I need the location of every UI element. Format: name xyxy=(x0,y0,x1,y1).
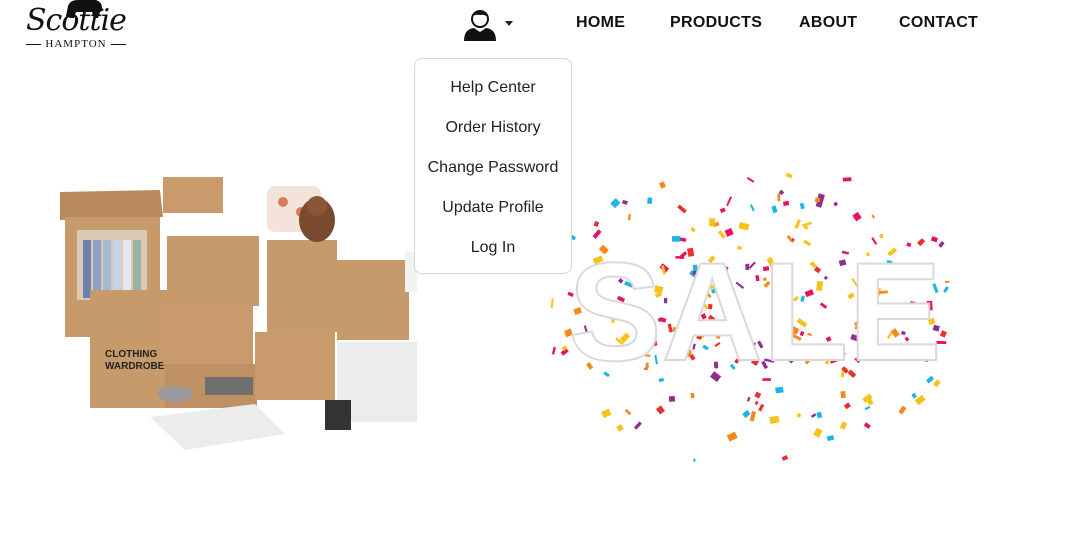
confetti-piece xyxy=(898,405,907,415)
account-dropdown-menu: Help Center Order History Change Passwor… xyxy=(414,58,572,274)
confetti-piece xyxy=(746,396,751,402)
confetti-piece xyxy=(852,211,862,222)
confetti-piece xyxy=(749,204,755,212)
confetti-piece xyxy=(746,177,755,183)
confetti-piece xyxy=(742,409,751,419)
confetti-piece xyxy=(794,219,802,229)
confetti-piece xyxy=(802,221,813,227)
user-icon xyxy=(464,10,496,41)
confetti-piece xyxy=(911,392,917,399)
confetti-piece xyxy=(633,421,642,430)
logo-rule-right xyxy=(110,43,127,45)
brand-sub-text: HAMPTON xyxy=(45,38,107,50)
confetti-piece xyxy=(627,214,632,221)
confetti-piece xyxy=(843,402,851,410)
confetti-piece xyxy=(690,392,695,399)
brand-logo[interactable]: Scottie HAMPTON xyxy=(22,0,132,56)
confetti-piece xyxy=(593,220,600,228)
nav-about[interactable]: ABOUT xyxy=(799,14,857,34)
menu-item-log-in[interactable]: Log In xyxy=(415,236,571,260)
logo-rule-left xyxy=(26,43,42,45)
confetti-piece xyxy=(782,200,790,207)
menu-item-update-profile[interactable]: Update Profile xyxy=(415,196,571,220)
confetti-piece xyxy=(771,205,778,214)
confetti-piece xyxy=(693,458,696,462)
svg-text:WARDROBE: WARDROBE xyxy=(105,361,165,372)
confetti-piece xyxy=(738,222,750,231)
confetti-piece xyxy=(726,196,733,207)
confetti-piece xyxy=(655,405,666,415)
confetti-piece xyxy=(677,204,687,214)
confetti-piece xyxy=(816,411,823,419)
confetti-piece xyxy=(601,408,612,419)
confetti-piece xyxy=(840,390,846,399)
confetti-piece xyxy=(781,455,789,461)
confetti-piece xyxy=(810,413,817,418)
chevron-down-icon xyxy=(505,21,513,26)
confetti-piece xyxy=(943,286,949,293)
confetti-piece xyxy=(839,421,848,430)
confetti-piece xyxy=(842,177,852,182)
confetti-piece xyxy=(708,218,716,227)
menu-item-change-password[interactable]: Change Password xyxy=(415,156,571,180)
confetti-piece xyxy=(796,413,802,418)
brand-name: Scottie xyxy=(26,3,127,38)
confetti-piece xyxy=(726,431,738,442)
confetti-piece xyxy=(758,403,765,412)
confetti-piece xyxy=(621,199,628,205)
sale-banner-image: SALE xyxy=(550,172,950,462)
brand-subtitle: HAMPTON xyxy=(26,38,127,50)
nav-home[interactable]: HOME xyxy=(576,14,625,34)
confetti-piece xyxy=(749,410,757,422)
confetti-piece xyxy=(624,408,632,416)
confetti-piece xyxy=(647,197,653,205)
confetti-piece xyxy=(777,193,781,202)
confetti-piece xyxy=(616,424,624,432)
menu-item-help-center[interactable]: Help Center xyxy=(415,76,571,100)
confetti-piece xyxy=(833,201,838,207)
confetti-piece xyxy=(944,280,950,283)
account-menu-toggle[interactable] xyxy=(462,8,518,44)
moving-boxes-image: CLOTHING WARDROBE xyxy=(60,177,417,450)
confetti-piece xyxy=(550,298,554,309)
menu-item-order-history[interactable]: Order History xyxy=(415,116,571,140)
confetti-piece xyxy=(864,405,871,411)
confetti-piece xyxy=(690,226,696,233)
confetti-piece xyxy=(815,197,820,203)
confetti-piece xyxy=(826,435,835,442)
confetti-piece xyxy=(799,202,805,210)
confetti-piece xyxy=(785,172,793,179)
confetti-piece xyxy=(769,415,780,424)
confetti-piece xyxy=(668,396,676,402)
confetti-piece xyxy=(659,181,666,189)
confetti-piece xyxy=(754,400,759,406)
confetti-piece xyxy=(551,346,556,355)
confetti-piece xyxy=(871,214,876,219)
nav-contact[interactable]: CONTACT xyxy=(899,14,978,34)
confetti-piece xyxy=(754,391,762,399)
confetti-piece xyxy=(719,207,726,213)
confetti-piece xyxy=(863,422,871,429)
confetti-piece xyxy=(610,198,621,209)
sale-text: SALE xyxy=(568,233,941,390)
nav-products[interactable]: PRODUCTS xyxy=(670,14,762,34)
svg-text:CLOTHING: CLOTHING xyxy=(105,349,157,360)
confetti-piece xyxy=(813,427,823,438)
